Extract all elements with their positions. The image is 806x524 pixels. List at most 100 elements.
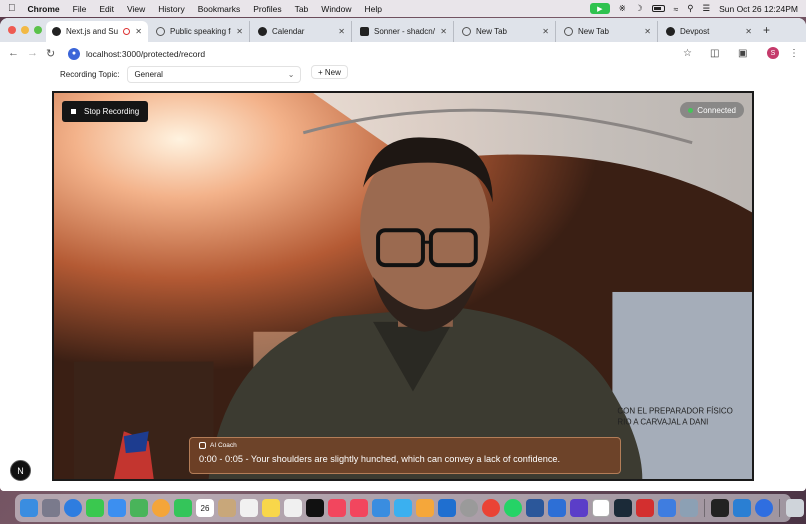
whatsapp-icon[interactable] xyxy=(504,499,522,517)
photos-icon[interactable] xyxy=(152,499,170,517)
menu-bookmarks[interactable]: Bookmarks xyxy=(198,4,241,14)
close-tab-icon[interactable]: ✕ xyxy=(236,27,243,36)
focus-moon-icon[interactable]: ☽ xyxy=(635,3,643,14)
word-icon[interactable] xyxy=(526,499,544,517)
app-icon-purple[interactable] xyxy=(570,499,588,517)
facetime-icon[interactable]: ▶ xyxy=(589,3,610,14)
pages-icon[interactable] xyxy=(416,499,434,517)
menu-profiles[interactable]: Profiles xyxy=(253,4,281,14)
tab-sonner[interactable]: Sonner - shadcn/ui ✕ xyxy=(354,21,454,42)
safari-icon[interactable] xyxy=(64,499,82,517)
freeform-icon[interactable] xyxy=(284,499,302,517)
tab-label: Sonner - shadcn/ui xyxy=(374,27,436,36)
close-tab-icon[interactable]: ✕ xyxy=(644,27,651,36)
menu-tab[interactable]: Tab xyxy=(295,4,309,14)
menu-file[interactable]: File xyxy=(73,4,87,14)
menu-help[interactable]: Help xyxy=(365,4,382,14)
terminal-icon[interactable] xyxy=(711,499,729,517)
tab-strip: Next.js and Sup ✕ Public speaking fe ✕ C… xyxy=(0,18,806,42)
chrome-dock-icon[interactable] xyxy=(482,499,500,517)
bookmark-star-icon[interactable]: ☆ xyxy=(683,48,692,59)
macos-dock: 26 xyxy=(15,494,804,522)
reload-icon[interactable]: ↻ xyxy=(46,47,55,60)
tab-label: Devpost xyxy=(680,27,710,36)
messages-icon[interactable] xyxy=(86,499,104,517)
keynote-icon[interactable] xyxy=(372,499,390,517)
launchpad-icon[interactable] xyxy=(42,499,60,517)
app-icon-blue-2[interactable] xyxy=(658,499,676,517)
close-window-button[interactable] xyxy=(8,26,16,34)
app-icon-red[interactable] xyxy=(636,499,654,517)
news-icon[interactable] xyxy=(350,499,368,517)
close-tab-icon[interactable]: ✕ xyxy=(542,27,549,36)
vscode-icon[interactable] xyxy=(733,499,751,517)
zoom-window-button[interactable] xyxy=(34,26,42,34)
app-icon-blue[interactable] xyxy=(548,499,566,517)
tab-new-1[interactable]: New Tab ✕ xyxy=(456,21,556,42)
trash-icon[interactable] xyxy=(786,499,804,517)
stop-recording-button[interactable]: Stop Recording xyxy=(62,101,149,122)
tab-label: New Tab xyxy=(476,27,507,36)
close-tab-icon[interactable]: ✕ xyxy=(135,27,142,36)
menu-view[interactable]: View xyxy=(127,4,145,14)
apple-icon[interactable]:  xyxy=(8,3,16,14)
tab-nextjs[interactable]: Next.js and Sup ✕ xyxy=(46,21,148,42)
menu-history[interactable]: History xyxy=(158,4,184,14)
recording-topic-select[interactable]: General ⌄ xyxy=(127,66,302,83)
back-arrow-icon[interactable]: ← xyxy=(8,47,19,59)
new-tab-plus-icon[interactable]: + xyxy=(763,23,770,37)
close-tab-icon[interactable]: ✕ xyxy=(440,27,447,36)
forward-arrow-icon[interactable]: → xyxy=(27,47,38,59)
tab-devpost[interactable]: Devpost ✕ xyxy=(660,21,758,42)
maps-icon[interactable] xyxy=(130,499,148,517)
notion-icon[interactable] xyxy=(592,499,610,517)
close-tab-icon[interactable]: ✕ xyxy=(745,27,752,36)
battery-icon[interactable] xyxy=(651,5,665,12)
finder-icon[interactable] xyxy=(20,499,38,517)
app-icon-gray[interactable] xyxy=(680,499,698,517)
globe-icon xyxy=(156,27,165,36)
minimize-window-button[interactable] xyxy=(21,26,29,34)
nextjs-dev-indicator[interactable]: N xyxy=(10,460,31,481)
system-settings-icon[interactable] xyxy=(460,499,478,517)
profile-avatar[interactable]: S xyxy=(767,47,779,59)
menu-app-name[interactable]: Chrome xyxy=(28,4,60,14)
apple-tv-icon[interactable] xyxy=(306,499,324,517)
mail-icon[interactable] xyxy=(108,499,126,517)
outlook-icon[interactable] xyxy=(438,499,456,517)
wifi-icon[interactable]: ≈ xyxy=(674,4,679,14)
close-tab-icon[interactable]: ✕ xyxy=(338,27,345,36)
bluetooth-icon[interactable]: ※ xyxy=(619,3,626,14)
more-menu-icon[interactable]: ⋮ xyxy=(789,48,799,59)
extensions-icon[interactable]: ◫ xyxy=(710,48,719,59)
cast-icon[interactable]: ▣ xyxy=(738,48,747,59)
app-store-icon[interactable] xyxy=(394,499,412,517)
control-center-icon[interactable]: ☰ xyxy=(702,3,710,14)
tab-label: New Tab xyxy=(578,27,609,36)
facetime-dock-icon[interactable] xyxy=(174,499,192,517)
menu-window[interactable]: Window xyxy=(321,4,351,14)
app-icon-dark[interactable] xyxy=(614,499,632,517)
dock-separator xyxy=(704,499,705,517)
new-topic-button[interactable]: + New xyxy=(311,65,348,79)
shadcn-icon xyxy=(360,27,369,36)
tab-calendar[interactable]: Calendar ✕ xyxy=(252,21,352,42)
url-text[interactable]: localhost:3000/protected/record xyxy=(86,49,205,59)
address-bar[interactable]: ● localhost:3000/protected/record xyxy=(64,45,702,62)
webcam-video: CON EL PREPARADOR FÍSICO RIO A CARVAJAL … xyxy=(52,91,754,481)
notes-icon[interactable] xyxy=(262,499,280,517)
menubar-datetime[interactable]: Sun Oct 26 12:24PM xyxy=(719,4,798,14)
site-info-icon[interactable]: ● xyxy=(68,47,80,60)
reminders-icon[interactable] xyxy=(240,499,258,517)
menu-edit[interactable]: Edit xyxy=(99,4,114,14)
stop-recording-label: Stop Recording xyxy=(84,107,140,116)
spotlight-search-icon[interactable]: ⚲ xyxy=(687,3,693,14)
calendar-dock-icon[interactable]: 26 xyxy=(196,499,214,517)
chrome-icon xyxy=(564,27,573,36)
app-icon-blue-circle[interactable] xyxy=(755,499,773,517)
tab-new-2[interactable]: New Tab ✕ xyxy=(558,21,658,42)
webcam-frame-image: CON EL PREPARADOR FÍSICO RIO A CARVAJAL … xyxy=(54,93,752,479)
tab-public-speaking[interactable]: Public speaking fe ✕ xyxy=(150,21,250,42)
contacts-icon[interactable] xyxy=(218,499,236,517)
music-icon[interactable] xyxy=(328,499,346,517)
